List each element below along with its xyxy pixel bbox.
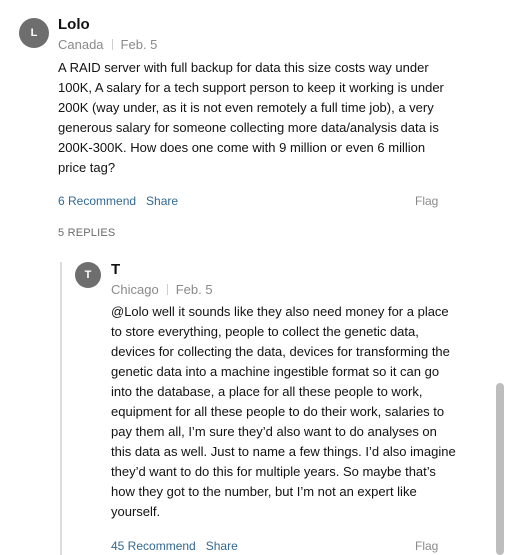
reply-date: Feb. 5 bbox=[175, 282, 213, 297]
reply-flag-button[interactable]: Flag bbox=[415, 539, 438, 553]
comment-author[interactable]: Lolo bbox=[58, 16, 90, 33]
comment-avatar: L bbox=[19, 18, 49, 48]
flag-button[interactable]: Flag bbox=[415, 194, 438, 208]
reply-meta: Chicago Feb. 5 bbox=[111, 282, 213, 297]
reply-body: @Lolo well it sounds like they also need… bbox=[111, 304, 456, 519]
reply-avatar: T bbox=[75, 262, 101, 288]
reply-recommend-button[interactable]: 45 Recommend bbox=[111, 539, 196, 553]
meta-divider bbox=[111, 39, 113, 50]
comment-location: Canada bbox=[58, 37, 104, 52]
comment-actions: 6 Recommend Share bbox=[58, 194, 178, 208]
reply-actions: 45 Recommend Share bbox=[111, 539, 238, 553]
reply-location: Chicago bbox=[111, 282, 159, 297]
replies-count[interactable]: 5 REPLIES bbox=[58, 227, 115, 239]
share-button[interactable]: Share bbox=[146, 194, 178, 208]
scrollbar-thumb[interactable] bbox=[496, 383, 504, 555]
comment-date: Feb. 5 bbox=[120, 37, 158, 52]
thread-line bbox=[60, 262, 62, 555]
meta-divider bbox=[166, 284, 168, 295]
comment-meta: Canada Feb. 5 bbox=[58, 37, 157, 52]
recommend-button[interactable]: 6 Recommend bbox=[58, 194, 136, 208]
reply-share-button[interactable]: Share bbox=[206, 539, 238, 553]
comment-body: A RAID server with full backup for data … bbox=[58, 60, 444, 175]
reply-author[interactable]: T bbox=[111, 261, 120, 278]
